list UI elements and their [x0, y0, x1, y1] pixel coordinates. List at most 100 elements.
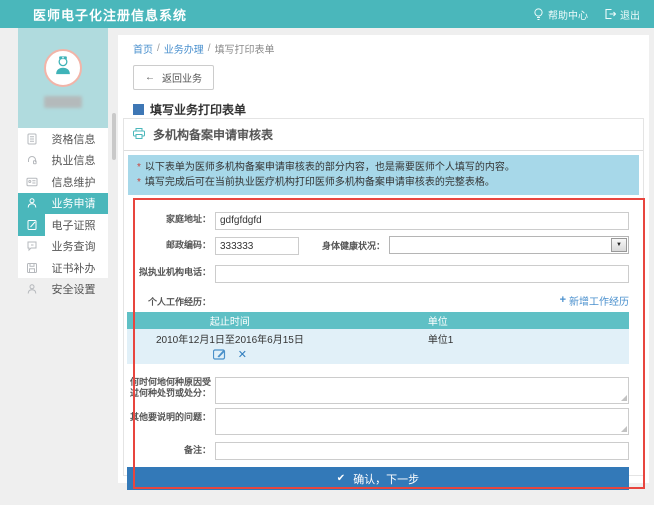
asterisk-icon: *: [137, 175, 141, 190]
form-title: 多机构备案申请审核表: [153, 126, 273, 143]
health-status-select[interactable]: ▼: [389, 236, 629, 254]
sidebar-item-label: 业务申请: [45, 195, 108, 211]
back-to-business-button[interactable]: ← 返回业务: [133, 65, 214, 90]
info-text: 以下表单为医师多机构备案申请审核表的部分内容，也是需要医师个人填写的内容。: [145, 160, 515, 175]
sidebar: 资格信息 执业信息 信息维护 业务申请 电子证照: [18, 28, 108, 278]
sidebar-item-e-certificate[interactable]: 电子证照: [18, 214, 108, 236]
back-arrow-icon: ←: [145, 72, 155, 83]
square-bullet-icon: [133, 104, 144, 115]
info-line: * 填写完成后可在当前执业医疗机构打印医师多机构备案申请审核表的完整表格。: [137, 175, 630, 190]
person-icon: [18, 193, 45, 215]
period-cell: 2010年12月1日至2016年6月15日 ✕: [127, 329, 333, 364]
back-button-label: 返回业务: [162, 70, 202, 85]
logout-label: 退出: [620, 7, 640, 22]
help-center-button[interactable]: 帮助中心: [533, 7, 588, 22]
breadcrumb-current: 填写打印表单: [215, 41, 275, 56]
confirm-next-button[interactable]: ✔ 确认，下一步: [127, 467, 629, 490]
logout-icon: [604, 8, 616, 20]
add-experience-label: 新增工作经历: [569, 293, 629, 308]
avatar[interactable]: [44, 49, 82, 87]
lightbulb-icon: [533, 8, 544, 21]
chat-bubble-icon: [18, 236, 45, 258]
edit-icon[interactable]: [213, 348, 226, 363]
content-card: 首页 / 业务办理 / 填写打印表单 ← 返回业务 填写业务打印表单 多机构备案…: [118, 35, 649, 483]
breadcrumb-home[interactable]: 首页: [133, 41, 153, 56]
sidebar-item-certificate-reissue[interactable]: 证书补办: [18, 257, 108, 279]
form-panel: 多机构备案申请审核表 * 以下表单为医师多机构备案申请审核表的部分内容，也是需要…: [123, 118, 644, 476]
column-header-unit: 单位: [333, 312, 629, 329]
punishment-textarea[interactable]: [215, 377, 629, 404]
app-header: 医师电子化注册信息系统 帮助中心 退出: [0, 0, 654, 28]
id-card-icon: [18, 171, 45, 193]
sidebar-item-qualification[interactable]: 资格信息: [18, 128, 108, 150]
document-lines-icon: [18, 128, 45, 150]
form-row-postal-health: 邮政编码： 身体健康状况： ▼: [127, 236, 629, 256]
sidebar-item-security-settings[interactable]: 安全设置: [18, 279, 108, 301]
asterisk-icon: *: [137, 160, 141, 175]
other-issues-textarea[interactable]: [215, 408, 629, 435]
sidebar-item-label: 资格信息: [45, 131, 108, 147]
form-header: 多机构备案申请审核表: [124, 119, 643, 151]
sidebar-item-business-application[interactable]: 业务申请: [18, 193, 108, 215]
unit-cell: 单位1: [333, 329, 629, 364]
sidebar-menu: 资格信息 执业信息 信息维护 业务申请 电子证照: [18, 128, 108, 300]
doctor-icon: [52, 54, 74, 81]
info-text: 填写完成后可在当前执业医疗机构打印医师多机构备案申请审核表的完整表格。: [145, 175, 495, 190]
printer-icon: [132, 127, 146, 143]
info-box: * 以下表单为医师多机构备案申请审核表的部分内容，也是需要医师个人填写的内容。 …: [128, 155, 639, 195]
home-address-label: 家庭地址：: [127, 214, 211, 225]
work-experience-label: 个人工作经历：: [127, 297, 211, 308]
remarks-input[interactable]: [215, 442, 629, 460]
form-row-work-experience: 个人工作经历： + 新增工作经历: [127, 293, 629, 308]
help-center-label: 帮助中心: [548, 7, 588, 22]
sidebar-item-practice[interactable]: 执业信息: [18, 150, 108, 172]
sidebar-item-label: 证书补办: [45, 260, 108, 276]
sidebar-item-info-maintenance[interactable]: 信息维护: [18, 171, 108, 193]
form-row-other-issues: 其他要说明的问题：: [127, 408, 629, 435]
breadcrumb: 首页 / 业务办理 / 填写打印表单: [118, 35, 649, 56]
sidebar-item-label: 电子证照: [45, 217, 108, 233]
form-row-punishment: 何时何地何种原因受过何种处罚或处分：: [127, 377, 629, 404]
user-name-redacted: [44, 96, 82, 108]
sidebar-item-label: 安全设置: [45, 281, 108, 297]
logout-button[interactable]: 退出: [604, 7, 640, 22]
punishment-label: 何时何地何种原因受过何种处罚或处分：: [127, 377, 211, 399]
info-line: * 以下表单为医师多机构备案申请审核表的部分内容，也是需要医师个人填写的内容。: [137, 160, 630, 175]
resize-handle-icon[interactable]: [621, 426, 627, 432]
form-row-home-address: 家庭地址：: [127, 210, 629, 230]
resize-handle-icon[interactable]: [621, 395, 627, 401]
sidebar-item-label: 执业信息: [45, 152, 108, 168]
add-experience-link[interactable]: + 新增工作经历: [560, 293, 629, 308]
form-body: 家庭地址： 邮政编码： 身体健康状况： ▼ 拟执业机构电话：: [124, 210, 643, 490]
app-title: 医师电子化注册信息系统: [33, 5, 187, 24]
institution-phone-input[interactable]: [215, 265, 629, 283]
sidebar-item-label: 信息维护: [45, 174, 108, 190]
document-pencil-icon: [18, 214, 45, 236]
sidebar-item-business-query[interactable]: 业务查询: [18, 236, 108, 258]
postal-code-input[interactable]: [215, 237, 299, 255]
institution-phone-label: 拟执业机构电话：: [127, 267, 211, 278]
home-address-input[interactable]: [215, 212, 629, 230]
plus-icon: +: [560, 294, 566, 306]
breadcrumb-separator: /: [157, 43, 160, 54]
scrollbar-thumb[interactable]: [112, 113, 116, 160]
delete-icon[interactable]: ✕: [238, 350, 247, 360]
breadcrumb-business[interactable]: 业务办理: [164, 41, 204, 56]
confirm-next-label: 确认，下一步: [353, 471, 419, 487]
sidebar-item-label: 业务查询: [45, 238, 108, 254]
remarks-label: 备注：: [127, 445, 211, 456]
page-title: 填写业务打印表单: [133, 101, 649, 118]
breadcrumb-separator: /: [208, 43, 211, 54]
period-value: 2010年12月1日至2016年6月15日: [128, 331, 332, 346]
column-header-period: 起止时间: [127, 312, 333, 329]
user-panel: [18, 28, 108, 128]
other-issues-label: 其他要说明的问题：: [127, 408, 211, 423]
table-row: 2010年12月1日至2016年6月15日 ✕ 单位1: [127, 329, 629, 364]
experience-table: 起止时间 单位 2010年12月1日至2016年6月15日 ✕: [127, 312, 629, 364]
chevron-down-icon[interactable]: ▼: [611, 238, 627, 252]
postal-code-label: 邮政编码：: [127, 240, 211, 251]
table-header-row: 起止时间 单位: [127, 312, 629, 329]
headset-icon: [18, 150, 45, 172]
health-status-label: 身体健康状况：: [299, 239, 385, 252]
form-row-remarks: 备注：: [127, 441, 629, 461]
